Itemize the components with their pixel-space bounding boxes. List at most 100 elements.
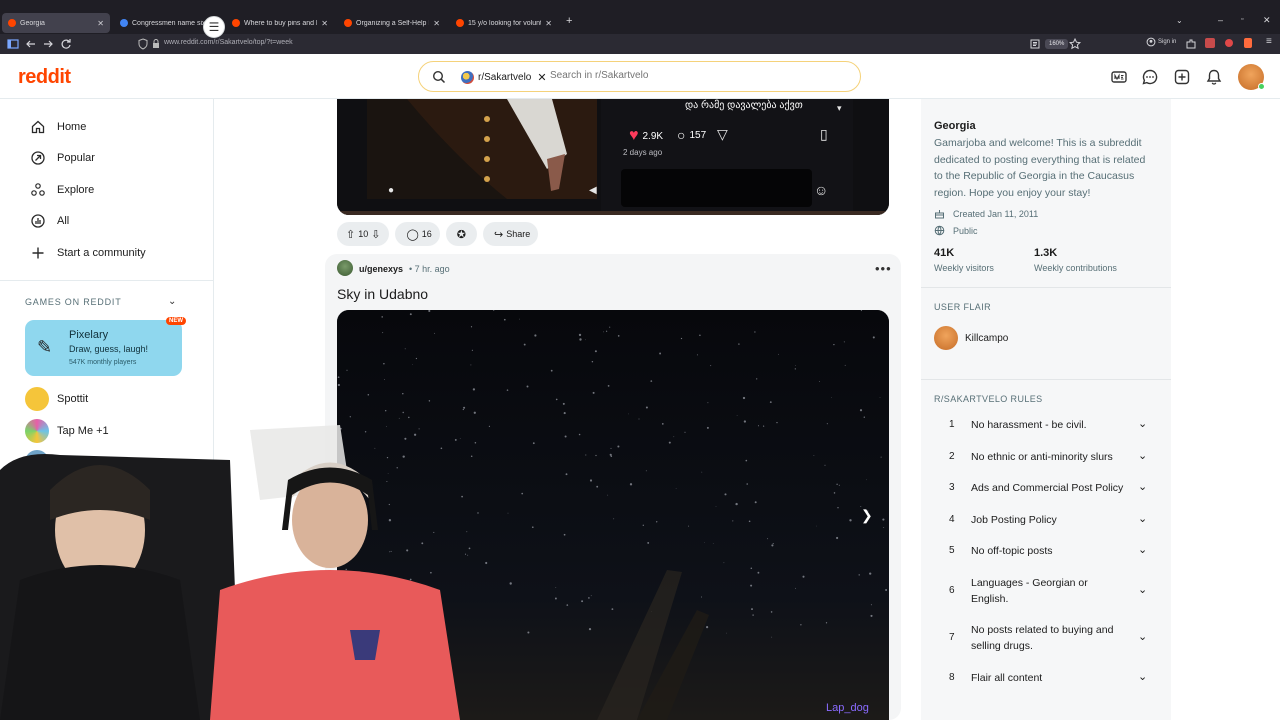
star xyxy=(563,533,566,536)
reddit-logo[interactable]: reddit xyxy=(18,66,71,89)
clear-chip-icon[interactable]: ✕ xyxy=(537,71,546,84)
menu-icon[interactable]: ≡ xyxy=(1266,36,1272,47)
chevron-down-icon[interactable]: ⌄ xyxy=(1138,543,1147,556)
notifications-icon[interactable] xyxy=(1205,68,1223,86)
star xyxy=(527,631,530,634)
chat-icon[interactable] xyxy=(1141,68,1159,86)
chevron-down-icon[interactable]: ⌄ xyxy=(1138,449,1147,462)
account-icon[interactable] xyxy=(1146,37,1156,47)
chevron-down-icon[interactable]: ⌄ xyxy=(1138,630,1147,643)
maximize-icon[interactable]: ▫ xyxy=(1241,16,1243,23)
emoji-icon: ☺ xyxy=(814,182,829,198)
collapse-sidebar-button[interactable]: ☰ xyxy=(203,16,225,38)
rule-number: 7 xyxy=(949,632,955,643)
star xyxy=(675,487,677,489)
star xyxy=(754,331,756,333)
url-text[interactable]: www.reddit.com/r/Sakartvelo/top/?t=week xyxy=(164,39,293,46)
chevron-down-icon[interactable]: ▾ xyxy=(837,103,842,114)
reload-icon[interactable] xyxy=(59,37,73,51)
star xyxy=(471,349,473,351)
star xyxy=(647,541,650,544)
advertise-icon[interactable] xyxy=(1110,68,1128,86)
star xyxy=(523,343,526,346)
search-bar[interactable]: r/Sakartvelo ✕ xyxy=(418,61,861,92)
close-tab-icon[interactable]: ✕ xyxy=(433,19,440,28)
chevron-down-icon[interactable]: ⌄ xyxy=(1138,480,1147,493)
sidebar-item-start-community[interactable]: Start a community xyxy=(30,243,146,263)
star xyxy=(746,483,748,485)
lock-icon[interactable] xyxy=(149,37,163,51)
star xyxy=(776,421,778,424)
community-description: Gamarjoba and welcome! This is a subredd… xyxy=(934,137,1146,199)
minimize-icon[interactable]: – xyxy=(1218,15,1223,25)
comments-button[interactable]: ◯ 16 xyxy=(395,222,440,246)
star xyxy=(650,380,653,382)
browser-tab[interactable]: Organizing a Self-Help Meetup ✕ xyxy=(338,14,446,32)
tab-list-icon[interactable]: ⌄ xyxy=(1176,16,1183,25)
reader-view-icon[interactable] xyxy=(1028,37,1042,51)
downvote-icon[interactable]: ⇩ xyxy=(371,228,380,241)
extension-icon[interactable] xyxy=(1244,38,1252,48)
post-author[interactable]: u/genexys xyxy=(359,264,403,274)
more-options-icon[interactable]: ••• xyxy=(875,261,892,276)
star xyxy=(346,369,348,371)
upvote-icon[interactable]: ⇧ xyxy=(346,228,355,241)
browser-tab[interactable]: Where to buy pins and badges ✕ xyxy=(226,14,334,32)
forward-icon[interactable] xyxy=(41,37,55,51)
address-bar[interactable]: www.reddit.com/r/Sakartvelo/top/?t=week … xyxy=(130,36,1090,52)
browser-tab[interactable]: 15 y/o looking for volunteer op ✕ xyxy=(450,14,558,32)
game-subtitle: Draw, guess, laugh! xyxy=(69,344,149,354)
close-window-icon[interactable]: ✕ xyxy=(1263,15,1271,26)
chevron-down-icon[interactable]: ⌄ xyxy=(1138,583,1147,596)
subreddit-search-chip[interactable]: r/Sakartvelo ✕ xyxy=(457,66,552,88)
person-icon[interactable]: ● xyxy=(388,185,394,196)
visibility-text: Public xyxy=(953,225,978,236)
user-avatar[interactable] xyxy=(1238,64,1265,90)
cake-icon xyxy=(935,210,944,219)
sidebar-toggle-icon[interactable] xyxy=(6,37,20,51)
spottit-icon xyxy=(25,387,49,411)
star xyxy=(736,415,738,416)
share-button[interactable]: ↪ Share xyxy=(483,222,539,246)
chevron-down-icon[interactable]: ⌄ xyxy=(1138,670,1147,683)
close-tab-icon[interactable]: ✕ xyxy=(321,19,328,28)
chevron-down-icon[interactable]: ⌄ xyxy=(1138,512,1147,525)
bookmark-star-icon[interactable] xyxy=(1068,37,1082,51)
zoom-level[interactable]: 160% xyxy=(1045,39,1069,49)
record-icon[interactable] xyxy=(1225,39,1233,47)
close-tab-icon[interactable]: ✕ xyxy=(545,19,552,28)
back-icon[interactable] xyxy=(24,37,38,51)
flair-avatar[interactable] xyxy=(934,326,958,350)
sidebar-item-all[interactable]: All xyxy=(30,211,69,231)
games-section-heading[interactable]: GAMES ON REDDIT xyxy=(25,297,122,307)
browser-tab[interactable]: Georgia ✕ xyxy=(2,13,110,33)
sidebar-item-home[interactable]: Home xyxy=(30,117,86,137)
shield-icon[interactable] xyxy=(136,37,150,51)
post-media-video[interactable]: და რამე დავალება აქვთ ▾ ♥ 2.9K ○ 157 ▽ ▯… xyxy=(337,99,889,215)
sidebar-item-explore[interactable]: Explore xyxy=(30,180,94,200)
chevron-down-icon[interactable]: ⌄ xyxy=(168,296,176,307)
mute-icon[interactable]: ◀ xyxy=(589,185,597,196)
chevron-down-icon[interactable]: ⌄ xyxy=(1138,417,1147,430)
sign-in-link[interactable]: Sign in xyxy=(1158,39,1176,45)
rule-text: Flair all content xyxy=(971,672,1043,684)
star xyxy=(838,484,840,486)
chevron-right-icon[interactable]: ❯ xyxy=(861,507,879,527)
flair-name[interactable]: Killcampo xyxy=(965,333,1008,344)
post-title[interactable]: Sky in Udabno xyxy=(337,286,428,302)
weekly-visitors-value: 41K xyxy=(934,247,955,259)
featured-game-card[interactable]: ✎ Pixelary Draw, guess, laugh! 547K mont… xyxy=(25,320,182,376)
award-button[interactable]: ✪ xyxy=(445,222,477,246)
extension-icon[interactable] xyxy=(1205,38,1215,48)
sidebar-item-popular[interactable]: Popular xyxy=(30,148,95,168)
close-tab-icon[interactable]: ✕ xyxy=(97,19,104,28)
star xyxy=(757,425,760,427)
extensions-icon[interactable] xyxy=(1184,37,1198,51)
new-tab-icon[interactable]: + xyxy=(566,15,572,27)
user-avatar-icon[interactable] xyxy=(337,260,353,276)
search-input[interactable] xyxy=(550,70,840,81)
sidebar-game-spottit[interactable]: Spottit xyxy=(25,387,88,411)
weekly-contributions-value: 1.3K xyxy=(1034,247,1058,259)
create-post-icon[interactable] xyxy=(1173,68,1191,86)
rule-number: 8 xyxy=(949,672,955,683)
